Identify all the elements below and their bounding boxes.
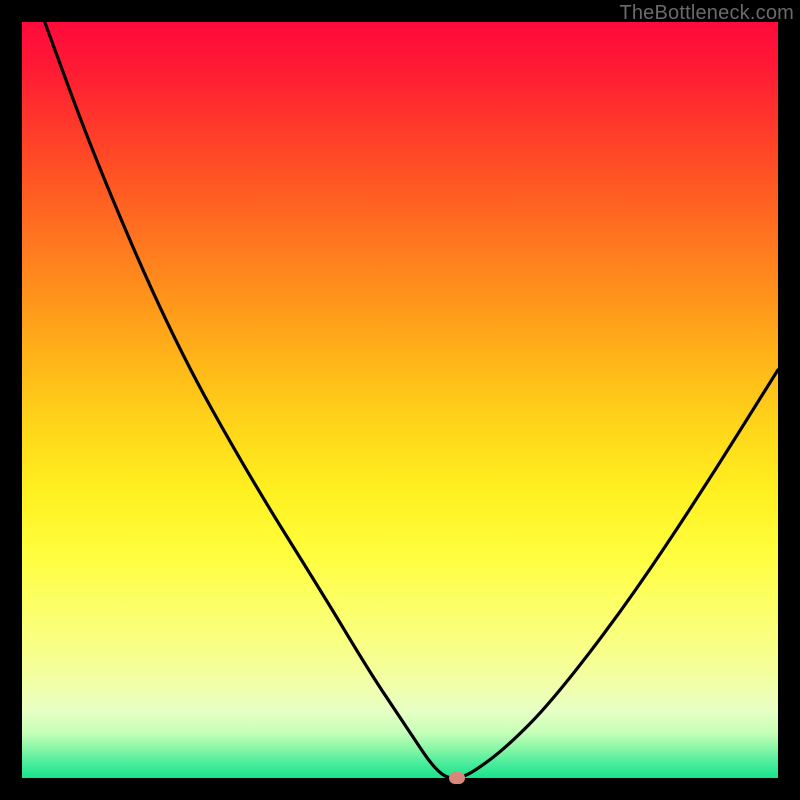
bottleneck-curve	[22, 22, 778, 778]
chart-frame: TheBottleneck.com	[0, 0, 800, 800]
source-credit: TheBottleneck.com	[619, 2, 794, 25]
optimal-point-marker	[449, 772, 465, 784]
plot-area	[22, 22, 778, 778]
